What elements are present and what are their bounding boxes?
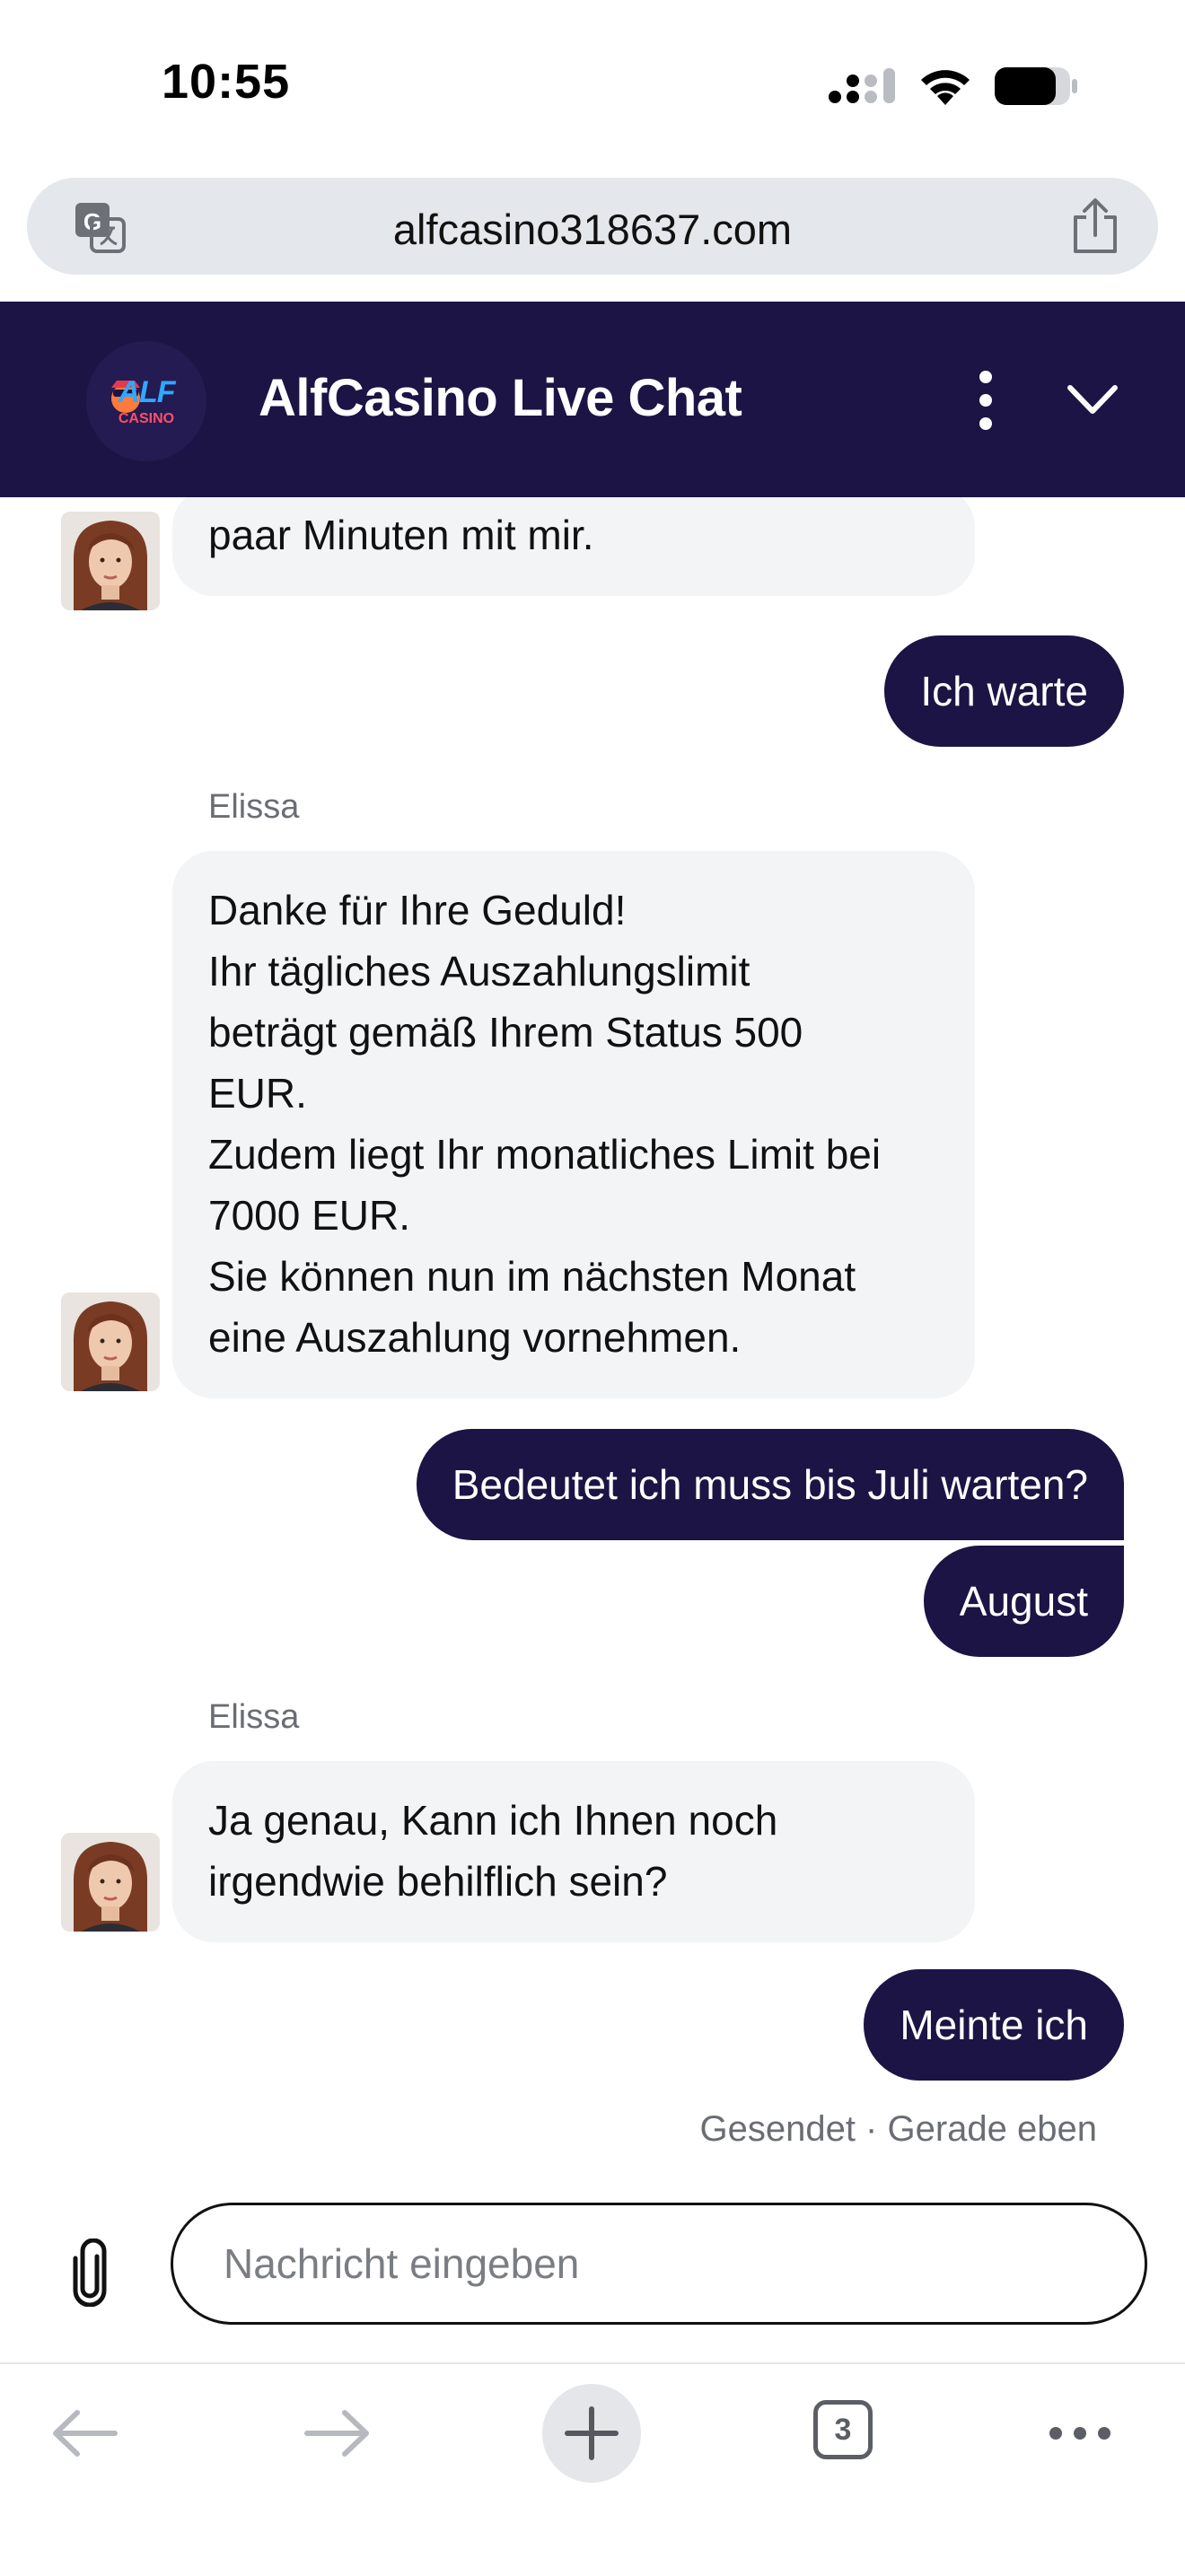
message-line: beträgt gemäß Ihrem Status 500 (208, 1009, 803, 1056)
battery-icon (993, 66, 1079, 107)
agent-avatar (61, 1833, 160, 1932)
sender-name: Elissa (208, 788, 300, 826)
more-horizontal-icon (1031, 2384, 1129, 2483)
user-message-bubble: August (923, 1546, 1124, 1657)
sender-name: Elissa (208, 1698, 300, 1736)
arrow-left-icon (36, 2384, 135, 2483)
status-bar: 10:55 (0, 0, 1185, 171)
brand-logo: ALF CASINO (86, 341, 206, 461)
chat-header: ALF CASINO AlfCasino Live Chat (0, 302, 1185, 497)
message-line: Sie können nun im nächsten Monat (208, 1253, 856, 1300)
agent-avatar (61, 1292, 160, 1391)
message-input[interactable] (171, 2203, 1147, 2325)
paperclip-icon[interactable] (70, 2238, 110, 2308)
status-icons (828, 65, 1079, 108)
cellular-signal-icon (828, 66, 898, 106)
agent-message-bubble: Ja genau, Kann ich Ihnen noch irgendwie … (172, 1761, 975, 1942)
message-line: Ihr tägliches Auszahlungslimit (208, 948, 750, 994)
message-line: EUR. (208, 1070, 307, 1117)
address-bar[interactable]: G alfcasino318637.com (27, 178, 1158, 275)
message-line: Zudem liegt Ihr monatliches Limit bei (208, 1131, 882, 1178)
logo-subtext: CASINO (118, 411, 175, 426)
chevron-down-icon[interactable] (1065, 375, 1120, 424)
more-vertical-icon[interactable] (970, 361, 1002, 440)
user-message-bubble: Bedeutet ich muss bis Juli warten? (416, 1429, 1124, 1540)
sent-status: Gesendet · Gerade eben (699, 2109, 1097, 2149)
back-button[interactable] (36, 2384, 135, 2483)
message-line: Ja genau, Kann ich Ihnen noch (208, 1797, 778, 1844)
logo-text: ALF (118, 375, 175, 409)
status-time: 10:55 (162, 55, 291, 109)
browser-toolbar: 3 (0, 2362, 1185, 2576)
tabs-button[interactable]: 3 (795, 2384, 894, 2483)
message-line: Danke für Ihre Geduld! (208, 887, 627, 933)
agent-message-bubble: paar Minuten mit mir. (172, 497, 975, 596)
message-line: eine Auszahlung vornehmen. (208, 1314, 742, 1361)
message-composer (0, 2183, 1185, 2362)
agent-message-bubble: Danke für Ihre Geduld! Ihr tägliches Aus… (172, 851, 975, 1398)
arrow-right-icon (287, 2384, 386, 2483)
message-list[interactable]: paar Minuten mit mir. Ich warte Elissa D… (0, 497, 1185, 2183)
user-message-bubble: Meinte ich (864, 1969, 1124, 2081)
tabs-icon: 3 (813, 2400, 873, 2459)
agent-avatar (61, 512, 160, 610)
share-icon[interactable] (1070, 197, 1120, 255)
plus-icon (542, 2384, 641, 2483)
forward-button[interactable] (287, 2384, 386, 2483)
chat-title: AlfCasino Live Chat (259, 369, 742, 427)
user-message-bubble: Ich warte (884, 635, 1124, 747)
browser-menu-button[interactable] (1031, 2384, 1129, 2483)
wifi-icon (917, 66, 973, 107)
message-line: paar Minuten mit mir. (208, 512, 594, 558)
url-text[interactable]: alfcasino318637.com (27, 205, 1158, 254)
message-line: 7000 EUR. (208, 1192, 411, 1239)
message-line: irgendwie behilflich sein? (208, 1858, 668, 1905)
new-tab-button[interactable] (542, 2384, 641, 2483)
